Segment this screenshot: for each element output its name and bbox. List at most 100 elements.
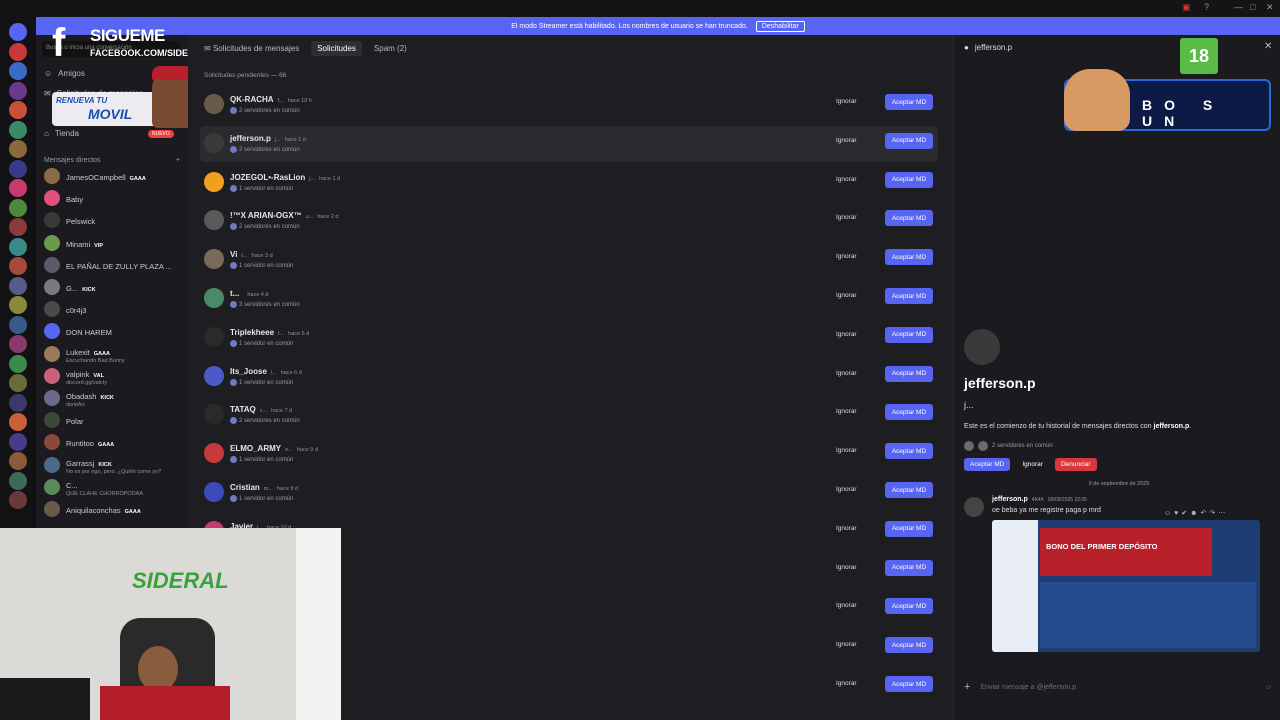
- dm-list-item[interactable]: JamesOCampbell GAAA: [44, 166, 146, 186]
- ignore-button[interactable]: Ignorar: [836, 292, 857, 299]
- dm-list-item[interactable]: G... KICK: [44, 277, 96, 297]
- server-icon[interactable]: [9, 354, 27, 373]
- message-toolbar[interactable]: ☺♥✔☻↶↷⋯: [1164, 509, 1228, 517]
- server-icon[interactable]: [9, 257, 27, 275]
- server-icon[interactable]: [9, 218, 27, 236]
- accept-dm-button[interactable]: Aceptar MD: [964, 458, 1011, 471]
- request-row[interactable]: ELMO_ARMY e... hace 9 d1 servidor en común…: [200, 436, 938, 472]
- accept-dm-button[interactable]: Aceptar MD: [885, 482, 933, 498]
- dm-list-item[interactable]: Lukexit GAAA Escuchando Bad Bunny: [44, 344, 125, 364]
- tab-spam[interactable]: Spam (2): [368, 41, 413, 56]
- accept-dm-button[interactable]: Aceptar MD: [885, 132, 933, 149]
- dm-list-item[interactable]: EL PAÑAL DE ZULLY PLAZA ...: [44, 255, 172, 275]
- accept-dm-button[interactable]: Aceptar MD: [885, 288, 933, 304]
- request-row[interactable]: jefferson.p j... hace 1 d 2 servidores en c…: [200, 125, 938, 162]
- request-row[interactable]: Cristian m... hace 9 d 1 servidor en común I…: [200, 475, 938, 511]
- help-icon[interactable]: ?: [1204, 2, 1209, 12]
- dm-list-item[interactable]: Aniquilaconchas GAAA: [44, 499, 141, 519]
- ignore-button[interactable]: Ignorar: [836, 486, 857, 493]
- dm-list-item[interactable]: Obadash KICK donitAo: [44, 388, 114, 408]
- dm-list-item[interactable]: C... QUE CLAHE CHORROPODAA: [44, 477, 143, 497]
- accept-dm-button[interactable]: Aceptar MD: [885, 443, 933, 460]
- ignore-button[interactable]: Ignorar: [836, 408, 857, 415]
- ignore-button[interactable]: Ignorar: [836, 564, 857, 571]
- server-icon[interactable]: [9, 315, 27, 334]
- accept-dm-button[interactable]: Aceptar MD: [885, 676, 933, 692]
- server-icon[interactable]: [9, 23, 27, 41]
- dm-list-item[interactable]: c0r4j3: [44, 299, 86, 319]
- ignore-button[interactable]: Ignorar: [836, 253, 857, 260]
- ignore-button[interactable]: Ignorar: [836, 447, 857, 454]
- ignore-button[interactable]: Ignorar: [836, 176, 857, 183]
- maximize-icon[interactable]: □: [1250, 2, 1255, 12]
- server-icon[interactable]: [9, 471, 27, 490]
- accept-dm-button[interactable]: Aceptar MD: [885, 94, 933, 110]
- accept-dm-button[interactable]: Aceptar MD: [885, 365, 933, 382]
- accept-dm-button[interactable]: Aceptar MD: [885, 637, 933, 654]
- inbox-icon[interactable]: ▣: [1182, 2, 1191, 13]
- server-icon[interactable]: [9, 237, 27, 256]
- ignore-button[interactable]: Ignorar: [836, 525, 857, 532]
- dm-list-item[interactable]: Minami VIP: [44, 233, 103, 253]
- dm-list-item[interactable]: Runtitoo GAAA: [44, 432, 114, 452]
- add-dm-button[interactable]: +: [176, 157, 180, 164]
- server-icon[interactable]: [9, 491, 27, 509]
- dm-list-item[interactable]: valpink VAL discord.gg/valcty: [44, 366, 107, 386]
- server-icon[interactable]: [9, 179, 27, 197]
- message-composer[interactable]: + Enviar mensaje a @jefferson.p ☺: [964, 676, 1272, 698]
- server-icon[interactable]: [9, 393, 27, 412]
- mutual-servers[interactable]: 2 servidores en común: [964, 441, 1053, 451]
- server-icon[interactable]: [9, 413, 27, 431]
- server-icon[interactable]: [9, 81, 27, 100]
- server-icon[interactable]: [9, 101, 27, 119]
- ignore-button[interactable]: Ignorar: [836, 331, 857, 338]
- message-image-attachment[interactable]: BONO DEL PRIMER DEPÓSITO: [992, 520, 1260, 652]
- server-icon[interactable]: [9, 296, 27, 314]
- disable-streamer-button[interactable]: Deshabilitar: [755, 20, 805, 32]
- accept-dm-button[interactable]: Aceptar MD: [885, 520, 933, 537]
- request-row[interactable]: Vi I... hace 3 d 1 servidor en común Ignorar…: [200, 242, 938, 278]
- plus-icon[interactable]: +: [964, 681, 970, 693]
- request-row[interactable]: t... hace 4 d 3 servidores en común Ignorar…: [200, 281, 938, 317]
- request-row[interactable]: Its_Joose i... hace 6 d 1 servidor en común…: [200, 359, 938, 395]
- accept-dm-button[interactable]: Aceptar MD: [885, 404, 933, 421]
- tab-message-requests[interactable]: ✉ Solicitudes de mensajes: [198, 41, 305, 56]
- request-row[interactable]: Triplekheee t... hace 6 d 1 servidor en com…: [200, 320, 938, 356]
- dm-list-item[interactable]: Baby: [44, 188, 83, 208]
- ignore-button[interactable]: Ignorar: [836, 602, 857, 609]
- accept-dm-button[interactable]: Aceptar MD: [885, 598, 933, 615]
- report-button[interactable]: Denunciar: [1054, 458, 1097, 471]
- minimize-icon[interactable]: —: [1234, 2, 1243, 12]
- ignore-button[interactable]: Ignorar: [836, 98, 857, 105]
- request-row[interactable]: JOZEGOL•-RasLion j... hace 1 d 1 servidor e…: [200, 165, 938, 201]
- server-icon[interactable]: [9, 159, 27, 178]
- accept-dm-button[interactable]: Aceptar MD: [885, 559, 933, 576]
- accept-dm-button[interactable]: Aceptar MD: [885, 326, 933, 343]
- server-icon[interactable]: [9, 432, 27, 451]
- server-icon[interactable]: [9, 42, 27, 61]
- server-icon[interactable]: [9, 140, 27, 158]
- ignore-button[interactable]: Ignorar: [836, 680, 857, 687]
- dm-list-item[interactable]: DON HAREM: [44, 321, 112, 341]
- accept-dm-button[interactable]: Aceptar MD: [885, 249, 933, 266]
- server-icon[interactable]: [9, 374, 27, 392]
- request-row[interactable]: !™X ARIAN-OGX™ u... hace 2 d 2 servidores e…: [200, 203, 938, 239]
- ignore-button[interactable]: Ignorar: [836, 214, 857, 221]
- dm-list-item[interactable]: Garrassj KICK No es por ego, pero. ¿Quién …: [44, 455, 161, 475]
- server-icon[interactable]: [9, 120, 27, 139]
- ignore-button[interactable]: Ignorar: [836, 137, 857, 144]
- close-window-icon[interactable]: ✕: [1266, 2, 1274, 13]
- ignore-button[interactable]: Ignorar: [836, 370, 857, 377]
- emoji-icon[interactable]: ☺: [1265, 684, 1272, 691]
- composer-placeholder[interactable]: Enviar mensaje a @jefferson.p: [980, 684, 1076, 691]
- ignore-button[interactable]: Ignorar: [836, 641, 857, 648]
- server-icon[interactable]: [9, 335, 27, 353]
- server-icon[interactable]: [9, 276, 27, 295]
- ignore-button[interactable]: Ignorar: [1016, 458, 1049, 471]
- server-icon[interactable]: [9, 62, 27, 80]
- accept-dm-button[interactable]: Aceptar MD: [885, 171, 933, 188]
- dm-list-item[interactable]: Polar: [44, 410, 84, 430]
- nav-shop[interactable]: ⌂ Tienda: [44, 129, 79, 138]
- dm-list-item[interactable]: Pelswick: [44, 210, 95, 230]
- request-row[interactable]: QK-RACHA f... hace 18 h 2 servidores en com…: [200, 87, 938, 123]
